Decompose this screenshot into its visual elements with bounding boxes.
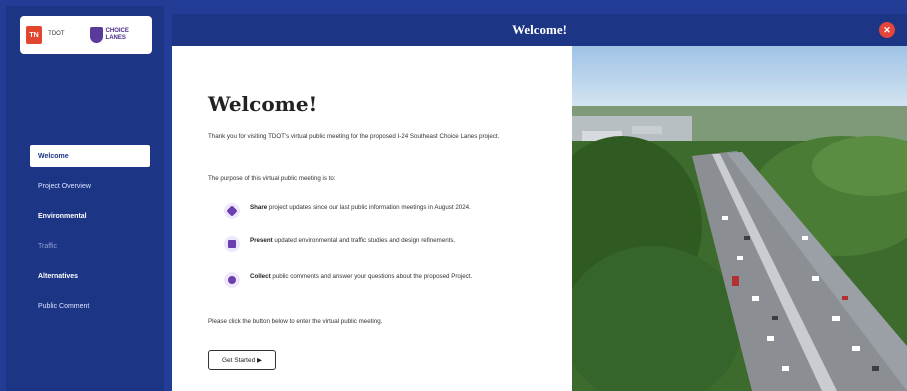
close-icon: ✕ <box>883 25 891 35</box>
choice-lanes-logo: CHOICE LANES <box>90 27 146 43</box>
tdot-logo-text: TDOT <box>48 31 65 38</box>
page-title: Welcome! <box>512 22 567 37</box>
share-icon <box>224 203 240 219</box>
present-icon <box>224 236 240 252</box>
sidebar-nav: Welcome Project Overview Environmental T… <box>30 145 150 325</box>
top-bar: Welcome! ✕ <box>172 14 907 46</box>
close-button[interactable]: ✕ <box>879 22 895 38</box>
intro-text: Thank you for visiting TDOT's virtual pu… <box>208 133 500 140</box>
sidebar-item-alternatives[interactable]: Alternatives <box>30 265 150 287</box>
logo: TN TDOT CHOICE LANES <box>20 16 152 54</box>
sidebar-item-project-overview[interactable]: Project Overview <box>30 175 150 197</box>
get-started-button[interactable]: Get Started ▶ <box>208 350 276 370</box>
list-item: Present updated environmental and traffi… <box>224 236 524 252</box>
sidebar-item-welcome[interactable]: Welcome <box>30 145 150 167</box>
list-item: Share project updates since our last pub… <box>224 203 524 219</box>
sidebar-item-public-comment[interactable]: Public Comment <box>30 295 150 317</box>
purpose-intro: The purpose of this virtual public meeti… <box>208 175 336 182</box>
shield-icon <box>90 27 103 43</box>
tdot-logo-mark: TN <box>26 26 43 44</box>
sidebar-item-traffic[interactable]: Traffic <box>30 235 150 257</box>
app-frame: TN TDOT CHOICE LANES Welcome Project Ove… <box>0 0 907 391</box>
sidebar: TN TDOT CHOICE LANES Welcome Project Ove… <box>6 6 164 391</box>
welcome-panel: Welcome! Thank you for visiting TDOT's v… <box>172 46 572 391</box>
welcome-heading: Welcome! <box>208 92 318 116</box>
closing-text: Please click the button below to enter t… <box>208 318 383 325</box>
collect-icon <box>224 272 240 288</box>
sidebar-item-environmental[interactable]: Environmental <box>30 205 150 227</box>
list-item: Collect public comments and answer your … <box>224 272 524 288</box>
highway-illustration <box>572 46 907 391</box>
highway-aerial-photo <box>572 46 907 391</box>
